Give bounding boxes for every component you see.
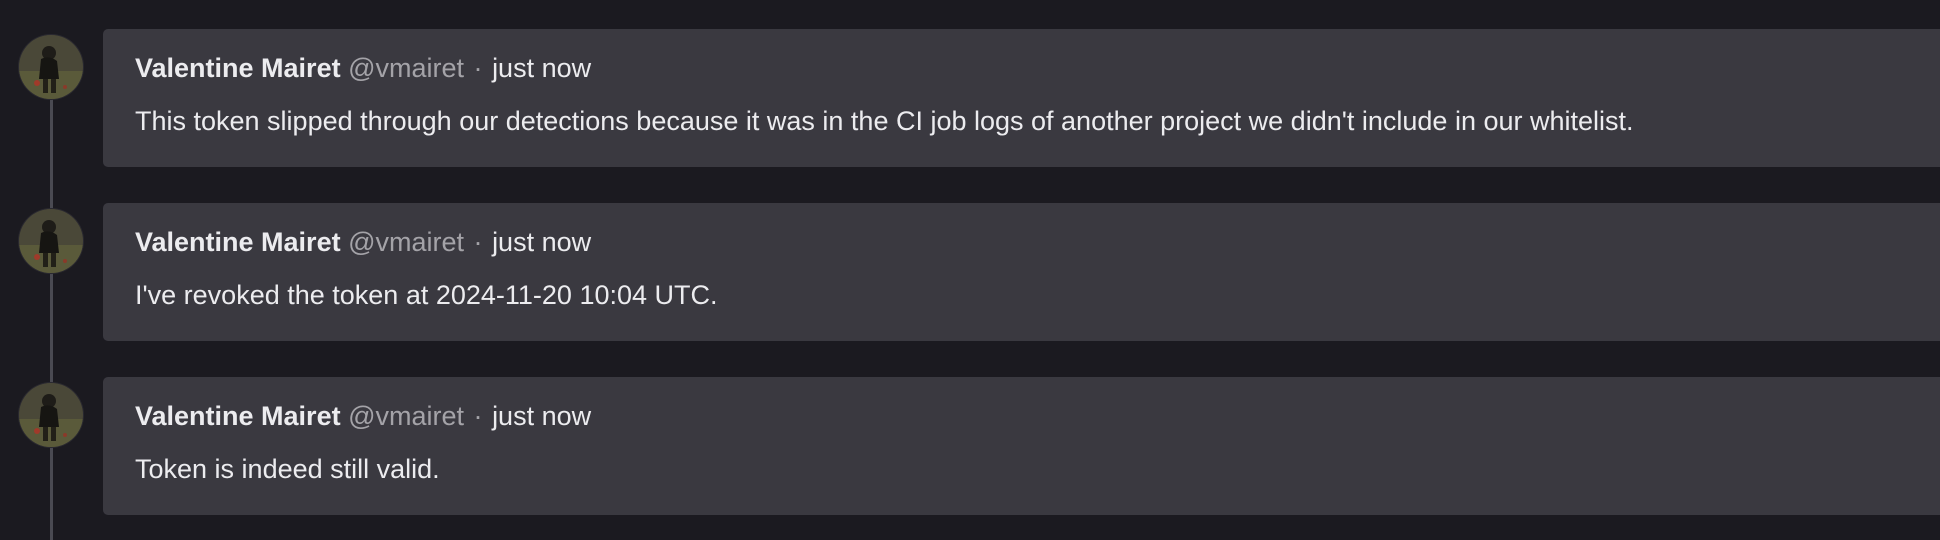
timeline-note: Valentine Mairet @vmairet · just now I'v… [0, 203, 1940, 341]
author-name[interactable]: Valentine Mairet [135, 401, 341, 431]
activity-timeline: Valentine Mairet @vmairet · just now Thi… [0, 0, 1940, 540]
timeline-note: Valentine Mairet @vmairet · just now Tok… [0, 377, 1940, 515]
user-avatar[interactable] [19, 209, 83, 273]
note-timestamp[interactable]: just now [492, 227, 591, 257]
author-username[interactable]: @vmairet [348, 53, 464, 83]
note-body: Token is indeed still valid. [135, 454, 440, 484]
avatar-photo-icon [19, 383, 83, 447]
author-username[interactable]: @vmairet [348, 401, 464, 431]
header-separator: · [473, 53, 483, 83]
user-avatar[interactable] [19, 383, 83, 447]
author-name[interactable]: Valentine Mairet [135, 227, 341, 257]
author-name[interactable]: Valentine Mairet [135, 53, 341, 83]
user-avatar[interactable] [19, 35, 83, 99]
timeline-note: Valentine Mairet @vmairet · just now Thi… [0, 29, 1940, 167]
note-card: Valentine Mairet @vmairet · just now I'v… [103, 203, 1940, 341]
header-separator: · [473, 227, 483, 257]
avatar-photo-icon [19, 35, 83, 99]
note-card: Valentine Mairet @vmairet · just now Thi… [103, 29, 1940, 167]
avatar-photo-icon [19, 209, 83, 273]
note-card: Valentine Mairet @vmairet · just now Tok… [103, 377, 1940, 515]
note-timestamp[interactable]: just now [492, 53, 591, 83]
header-separator: · [473, 401, 483, 431]
note-header: Valentine Mairet @vmairet · just now [135, 223, 1908, 261]
note-header: Valentine Mairet @vmairet · just now [135, 397, 1908, 435]
note-body: I've revoked the token at 2024-11-20 10:… [135, 280, 718, 310]
note-timestamp[interactable]: just now [492, 401, 591, 431]
note-header: Valentine Mairet @vmairet · just now [135, 49, 1908, 87]
author-username[interactable]: @vmairet [348, 227, 464, 257]
note-body: This token slipped through our detection… [135, 106, 1634, 136]
